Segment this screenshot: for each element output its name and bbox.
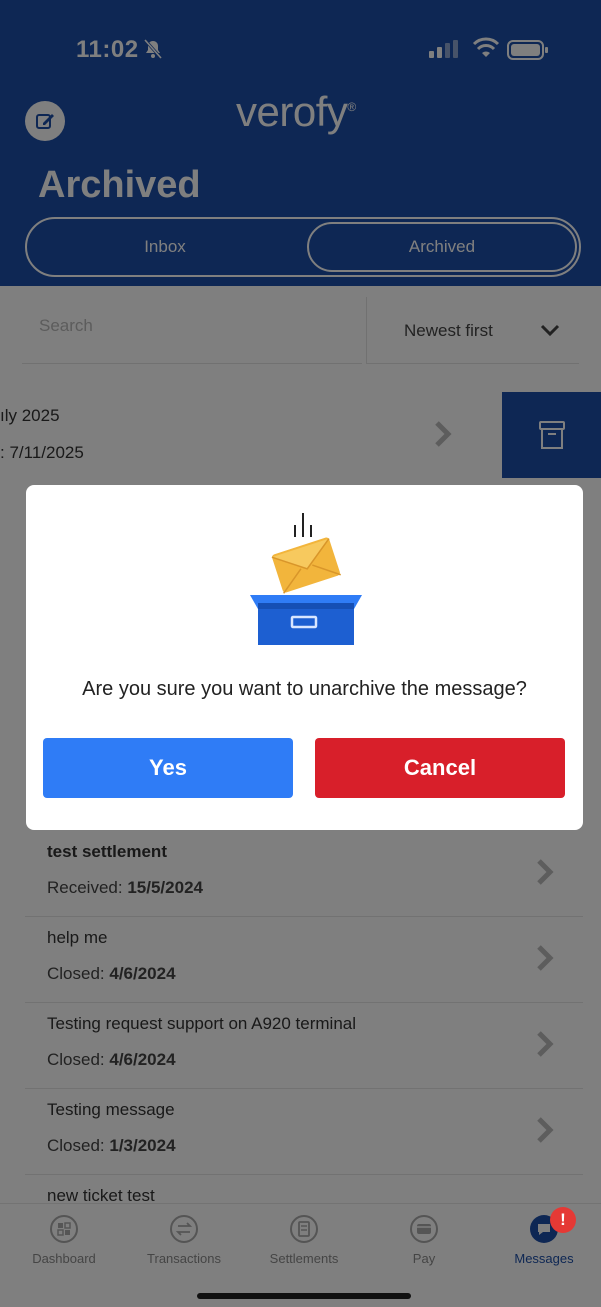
home-indicator[interactable] (197, 1293, 411, 1299)
archive-illustration-icon (250, 513, 362, 645)
dialog-message: Are you sure you want to unarchive the m… (82, 678, 527, 700)
notification-badge: ! (550, 1207, 576, 1233)
unarchive-dialog: Are you sure you want to unarchive the m… (26, 485, 583, 830)
cancel-button[interactable]: Cancel (315, 738, 565, 798)
messages-screen: 11:02 (0, 0, 601, 1307)
yes-button[interactable]: Yes (43, 738, 293, 798)
